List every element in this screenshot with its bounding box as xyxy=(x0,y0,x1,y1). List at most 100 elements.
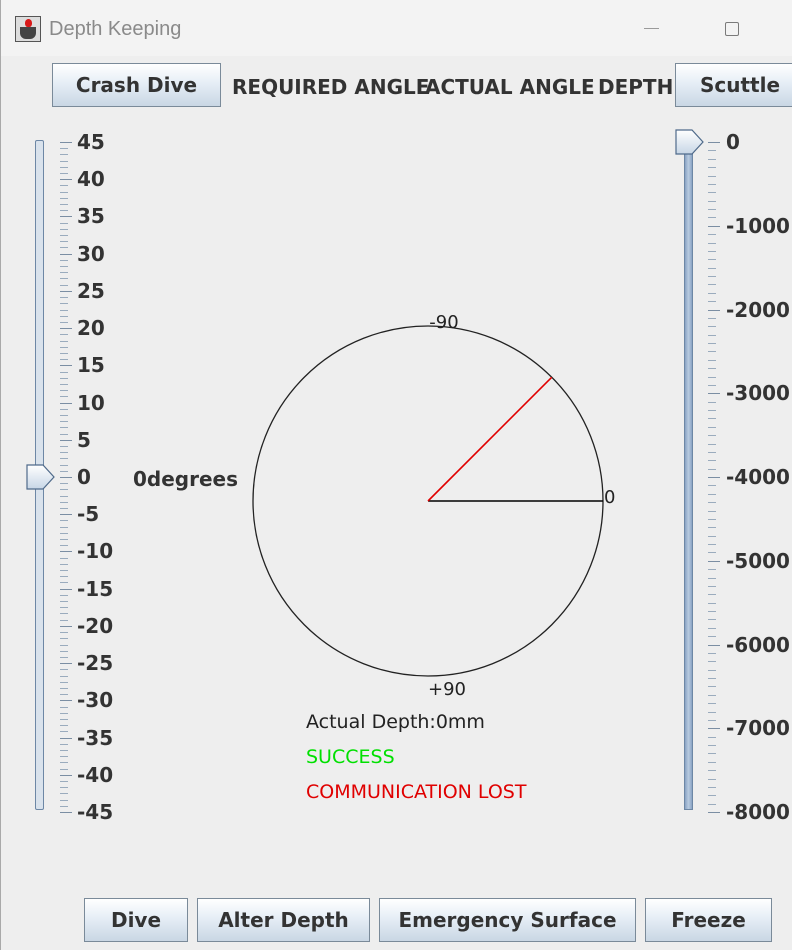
minor-tick xyxy=(708,192,716,193)
minor-tick xyxy=(708,485,716,486)
minor-tick xyxy=(708,745,716,746)
major-tick xyxy=(708,310,720,311)
minor-tick xyxy=(708,159,716,160)
minor-tick xyxy=(708,184,716,185)
major-tick xyxy=(708,812,720,813)
minor-tick xyxy=(708,150,716,151)
minor-tick xyxy=(708,251,716,252)
dial-label-bottom: +90 xyxy=(428,679,466,700)
scale-label: -5000 xyxy=(726,549,790,573)
minor-tick xyxy=(708,653,716,654)
minor-tick xyxy=(708,703,716,704)
minor-tick xyxy=(708,209,716,210)
minor-tick xyxy=(708,594,716,595)
minor-tick xyxy=(708,770,716,771)
minor-tick xyxy=(708,176,716,177)
scale-label: -6000 xyxy=(726,633,790,657)
minor-tick xyxy=(708,552,716,553)
minor-tick xyxy=(708,276,716,277)
minor-tick xyxy=(708,351,716,352)
minor-tick xyxy=(708,368,716,369)
scale-label: -8000 xyxy=(726,800,790,824)
minor-tick xyxy=(708,259,716,260)
scale-label: -2000 xyxy=(726,298,790,322)
minor-tick xyxy=(708,712,716,713)
required-angle-needle xyxy=(427,376,553,502)
minor-tick xyxy=(708,544,716,545)
minor-tick xyxy=(708,410,716,411)
minor-tick xyxy=(708,360,716,361)
minor-tick xyxy=(708,301,716,302)
minor-tick xyxy=(708,636,716,637)
alter-depth-button[interactable]: Alter Depth xyxy=(197,898,370,942)
major-tick xyxy=(708,728,720,729)
scale-label: -4000 xyxy=(726,465,790,489)
minor-tick xyxy=(708,720,716,721)
minor-tick xyxy=(708,377,716,378)
minor-tick xyxy=(708,678,716,679)
emergency-surface-button[interactable]: Emergency Surface xyxy=(379,898,636,942)
minor-tick xyxy=(708,619,716,620)
minor-tick xyxy=(708,402,716,403)
minor-tick xyxy=(708,603,716,604)
minor-tick xyxy=(708,779,716,780)
minor-tick xyxy=(708,569,716,570)
minor-tick xyxy=(708,318,716,319)
minor-tick xyxy=(708,243,716,244)
minor-tick xyxy=(708,536,716,537)
minor-tick xyxy=(708,586,716,587)
minor-tick xyxy=(708,661,716,662)
success-status: SUCCESS xyxy=(306,746,395,768)
minor-tick xyxy=(708,293,716,294)
minor-tick xyxy=(708,326,716,327)
minor-tick xyxy=(708,452,716,453)
minor-tick xyxy=(708,217,716,218)
minor-tick xyxy=(708,753,716,754)
minor-tick xyxy=(708,511,716,512)
minor-tick xyxy=(708,737,716,738)
dial-label-right: 0 xyxy=(604,487,615,508)
actual-depth-text: Actual Depth:0mm xyxy=(306,711,485,733)
minor-tick xyxy=(708,201,716,202)
depth-slider-fill xyxy=(684,148,693,810)
major-tick xyxy=(708,561,720,562)
dive-button[interactable]: Dive xyxy=(84,898,188,942)
minor-tick xyxy=(708,385,716,386)
minor-tick xyxy=(708,284,716,285)
minor-tick xyxy=(708,795,716,796)
minor-tick xyxy=(708,435,716,436)
minor-tick xyxy=(708,343,716,344)
minor-tick xyxy=(708,502,716,503)
minor-tick xyxy=(708,469,716,470)
minor-tick xyxy=(708,628,716,629)
minor-tick xyxy=(708,762,716,763)
dial-label-top: -90 xyxy=(429,312,458,333)
minor-tick xyxy=(708,234,716,235)
minor-tick xyxy=(708,460,716,461)
minor-tick xyxy=(708,519,716,520)
minor-tick xyxy=(708,494,716,495)
minor-tick xyxy=(708,686,716,687)
minor-tick xyxy=(708,335,716,336)
major-tick xyxy=(708,645,720,646)
scale-label: -1000 xyxy=(726,214,790,238)
depth-keeping-window: Depth Keeping Crash Dive REQUIRED ANGLE … xyxy=(0,0,792,950)
major-tick xyxy=(708,393,720,394)
scale-label: 0 xyxy=(726,130,740,154)
minor-tick xyxy=(708,167,716,168)
minor-tick xyxy=(708,695,716,696)
minor-tick xyxy=(708,427,716,428)
minor-tick xyxy=(708,578,716,579)
freeze-button[interactable]: Freeze xyxy=(645,898,772,942)
major-tick xyxy=(708,142,720,143)
minor-tick xyxy=(708,444,716,445)
minor-tick xyxy=(708,670,716,671)
major-tick xyxy=(708,226,720,227)
minor-tick xyxy=(708,787,716,788)
minor-tick xyxy=(708,611,716,612)
angle-dial: -90 0 +90 xyxy=(252,312,615,700)
depth-slider-thumb[interactable] xyxy=(675,129,705,155)
minor-tick xyxy=(708,418,716,419)
communication-status: COMMUNICATION LOST xyxy=(306,781,527,803)
scale-label: -3000 xyxy=(726,381,790,405)
